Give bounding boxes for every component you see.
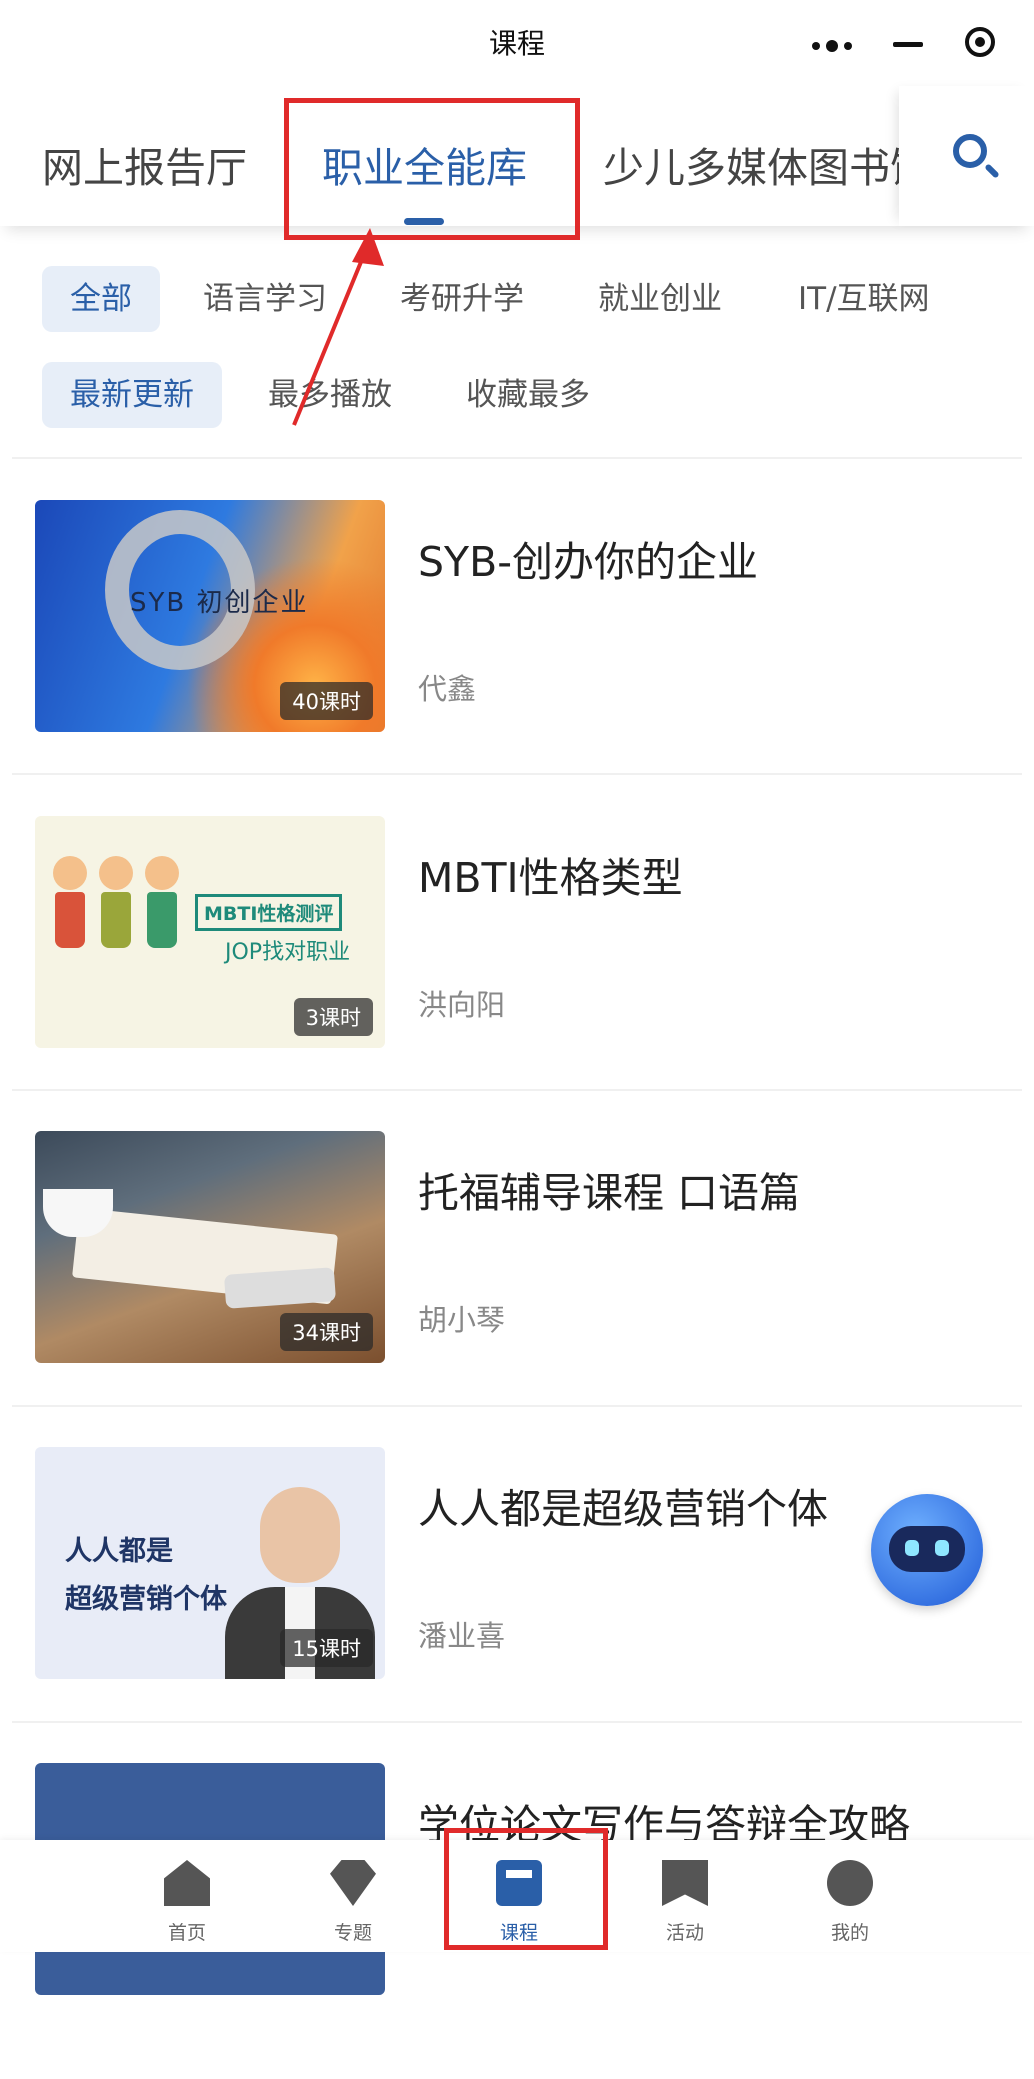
annotation-arrow	[292, 228, 384, 426]
